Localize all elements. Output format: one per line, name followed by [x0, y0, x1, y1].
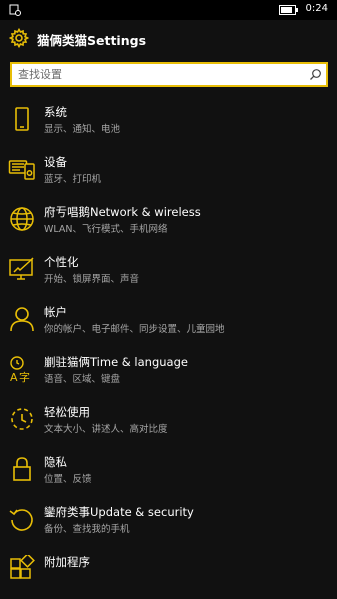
extras-icon: [8, 555, 36, 583]
settings-item-title: 鑾府类事Update & security: [44, 505, 194, 519]
account-icon: [8, 305, 36, 333]
notification-icon: [9, 4, 21, 16]
status-bar: 0:24: [0, 0, 337, 20]
settings-item-title: 附加程序: [44, 555, 90, 569]
phone-icon: [8, 105, 36, 133]
settings-item-time-language[interactable]: A 字 剻驻猫俩Time & language 语音、区域、键盘: [0, 344, 337, 394]
settings-item-subtitle: 你的帐户、电子邮件、同步设置、儿童园地: [44, 324, 225, 335]
devices-icon: [8, 155, 36, 183]
settings-item-title: 个性化: [44, 255, 79, 269]
battery-icon: [279, 5, 299, 15]
time-language-icon: A 字: [8, 355, 36, 383]
personalization-icon: [8, 255, 36, 283]
settings-item-ease-of-access[interactable]: 轻松使用 文本大小、讲述人、高对比度: [0, 394, 337, 444]
settings-item-title: 轻松使用: [44, 405, 90, 419]
settings-item-subtitle: 位置、反馈: [44, 474, 92, 485]
settings-item-personalization[interactable]: 个性化 开始、锁屏界面、声音: [0, 244, 337, 294]
settings-item-system[interactable]: 系统 显示、通知、电池: [0, 94, 337, 144]
settings-item-update-security[interactable]: 鑾府类事Update & security 备份、查找我的手机: [0, 494, 337, 544]
settings-item-subtitle: WLAN、飞行模式、手机网络: [44, 224, 168, 235]
svg-text:字: 字: [19, 370, 30, 383]
settings-item-subtitle: 备份、查找我的手机: [44, 524, 130, 535]
settings-item-title: 剻驻猫俩Time & language: [44, 355, 188, 369]
lock-icon: [8, 455, 36, 483]
settings-item-subtitle: 蓝牙、打印机: [44, 174, 102, 185]
settings-item-title: 设备: [44, 155, 67, 169]
settings-item-devices[interactable]: 设备 蓝牙、打印机: [0, 144, 337, 194]
settings-item-title: 帐户: [44, 305, 67, 319]
settings-item-accounts[interactable]: 帐户 你的帐户、电子邮件、同步设置、儿童园地: [0, 294, 337, 344]
settings-item-title: 系统: [44, 105, 67, 119]
globe-icon: [8, 205, 36, 233]
search-box[interactable]: [10, 62, 328, 87]
svg-text:A: A: [10, 371, 18, 383]
settings-item-title: 隐私: [44, 455, 67, 469]
settings-item-subtitle: 文本大小、讲述人、高对比度: [44, 424, 168, 435]
settings-item-subtitle: 开始、锁屏界面、声音: [44, 274, 140, 285]
page-header: 猫俩类猫Settings: [0, 24, 337, 56]
gear-icon: [9, 28, 29, 48]
settings-item-privacy[interactable]: 隐私 位置、反馈: [0, 444, 337, 494]
settings-list: 系统 显示、通知、电池 设备 蓝牙、打印机 府亐唱鹅Network & wire…: [0, 94, 337, 594]
status-time: 0:24: [305, 3, 328, 14]
ease-of-access-icon: [8, 405, 36, 433]
settings-item-title: 府亐唱鹅Network & wireless: [44, 205, 201, 219]
search-icon[interactable]: [309, 68, 322, 81]
settings-item-extras[interactable]: 附加程序: [0, 544, 337, 594]
settings-item-subtitle: 显示、通知、电池: [44, 124, 121, 135]
update-icon: [8, 505, 36, 533]
settings-item-subtitle: 语音、区域、键盘: [44, 374, 121, 385]
settings-item-network[interactable]: 府亐唱鹅Network & wireless WLAN、飞行模式、手机网络: [0, 194, 337, 244]
page-title: 猫俩类猫Settings: [37, 33, 147, 48]
search-input[interactable]: [12, 64, 302, 85]
